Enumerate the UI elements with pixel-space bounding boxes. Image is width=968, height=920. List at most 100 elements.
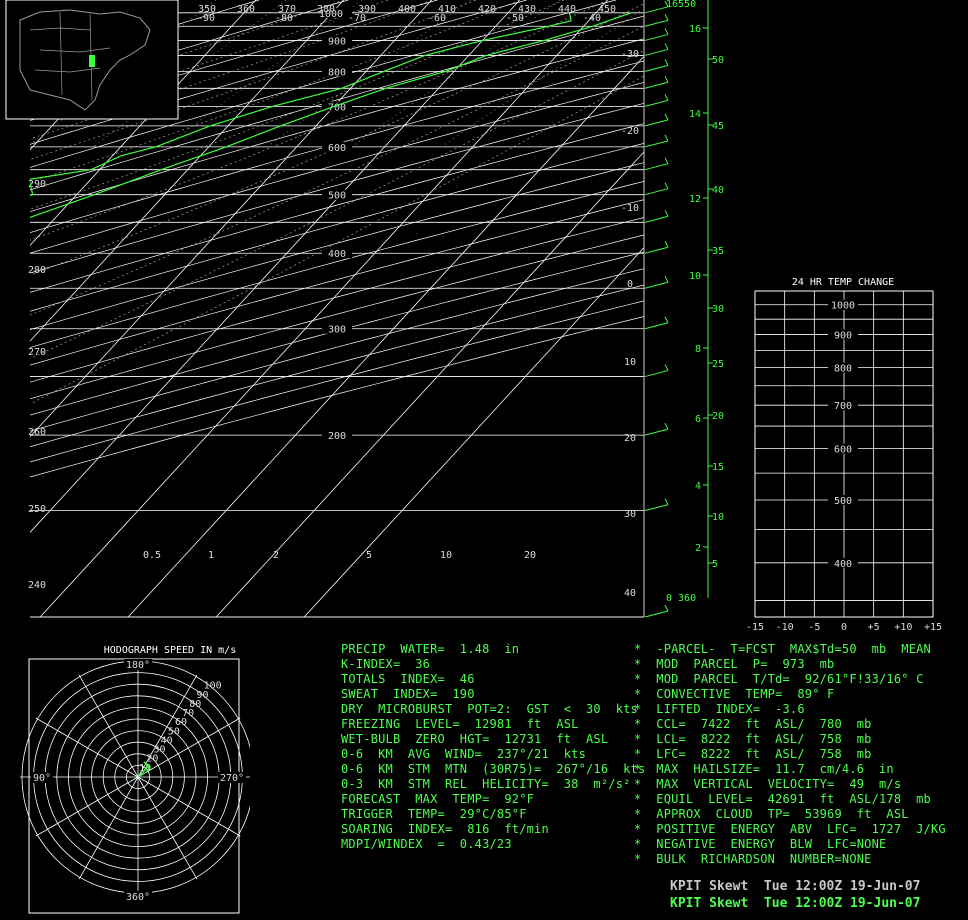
hodo-ring-label: 100 (204, 681, 222, 692)
wind-barb-shaft (644, 504, 669, 512)
isotherm-side-label: 30 (624, 509, 636, 520)
hodo-spoke (35, 717, 139, 778)
theta-label: 440 (558, 4, 576, 15)
tc-pressure-label: 800 (834, 364, 852, 375)
wind-barb (644, 157, 669, 171)
tc-pressure-label: 500 (834, 496, 852, 507)
km-label: 8 (695, 344, 701, 355)
wind-barb-flag (664, 422, 669, 430)
wind-barb-flag (664, 43, 669, 50)
hodo-direction-label: 360° (126, 892, 150, 903)
km-label: 14 (689, 109, 701, 120)
temp-change-title: 24 HR TEMP CHANGE (792, 277, 894, 288)
hodo-spoke (137, 776, 241, 837)
pressure-label: 400 (328, 249, 346, 260)
tc-pressure-label: 900 (834, 330, 852, 341)
wind-barb (644, 276, 669, 289)
wind-barb-shaft (644, 163, 669, 171)
wind-barbs (644, 0, 669, 618)
index-line: SOARING INDEX= 816 ft/min (341, 822, 549, 836)
hodo-spoke (78, 674, 139, 778)
index-line: MDPI/WINDEX = 0.43/23 (341, 837, 512, 851)
index-line: PRECIP WATER= 1.48 in (341, 642, 520, 656)
wind-barb-flag (664, 76, 669, 83)
left-theta-label: 240 (28, 580, 46, 591)
index-line: * NEGATIVE ENERGY BLW LFC=NONE (634, 837, 887, 851)
index-line: * LFC= 8222 ft ASL/ 758 mb (634, 747, 872, 761)
wind-barb (644, 364, 669, 378)
wind-barb-shaft (644, 322, 669, 330)
wind-barb (644, 422, 669, 436)
isotherm-side-label: 10 (624, 357, 636, 368)
index-line: K-INDEX= 36 (341, 657, 431, 671)
wind-barb (644, 113, 669, 127)
left-theta-label: 260 (28, 427, 46, 438)
tc-pressure-label: 400 (834, 559, 852, 570)
isotherm-line (215, 151, 644, 617)
theta-label: 430 (518, 4, 536, 15)
index-line: * MAX HAILSIZE= 11.7 cm/4.6 in (634, 762, 894, 776)
isotherm-side-label: 0 (627, 279, 633, 290)
wind-barb-flag (664, 276, 669, 283)
pressure-label: 600 (328, 143, 346, 154)
tc-x-tick: -15 (746, 622, 764, 633)
wind-barb-flag (664, 210, 669, 217)
hodo-spoke (78, 776, 139, 880)
index-line: SWEAT INDEX= 190 (341, 687, 475, 701)
station-footer-line-2: KPIT Skewt Tue 12:00Z 19-Jun-07 (670, 896, 921, 911)
wind-barb-flag (664, 113, 669, 121)
kft-label: 15 (712, 462, 724, 473)
wind-barb (644, 28, 669, 41)
wind-barb-flag (664, 134, 669, 142)
mixing-ratio-line (351, 0, 561, 148)
index-line: TOTALS INDEX= 46 (341, 672, 475, 686)
tc-x-tick: +15 (924, 622, 942, 633)
index-line: * POSITIVE ENERGY ABV LFC= 1727 J/KG (634, 822, 946, 836)
wind-barb-shaft (644, 370, 669, 378)
wind-barb (644, 210, 669, 223)
index-line: * MAX VERTICAL VELOCITY= 49 m/s (634, 777, 902, 791)
index-line: * MOD PARCEL P= 973 mb (634, 657, 835, 671)
theta-label: 360 (237, 4, 255, 15)
isotherm-side-label: -10 (621, 203, 639, 214)
wind-barb (644, 94, 669, 107)
pressure-label: 200 (328, 431, 346, 442)
mixing-ratio-line (441, 8, 644, 148)
kft-label: 20 (712, 411, 724, 422)
index-line: FORECAST MAX TEMP= 92°F (341, 792, 535, 806)
wind-barb-shaft (644, 246, 669, 254)
isotherm-side-label: 40 (624, 588, 636, 599)
theta-label: 370 (278, 4, 296, 15)
mixing-ratio-label: 2 (273, 550, 279, 561)
station-footer-line-1: KPIT Skewt Tue 12:00Z 19-Jun-07 (670, 879, 921, 894)
wind-barb-flag (664, 157, 669, 164)
pressure-label: 800 (328, 67, 346, 78)
kft-label: 5 (712, 559, 718, 570)
index-line: * BULK RICHARDSON NUMBER=NONE (634, 852, 872, 866)
isotherm-line (127, 55, 644, 617)
kft-label: 40 (712, 185, 724, 196)
km-label: 4 (695, 481, 701, 492)
wind-barb-shaft (644, 99, 669, 107)
hodo-direction-label: 180° (126, 660, 150, 671)
wind-barb (644, 182, 669, 196)
theta-label: 420 (478, 4, 496, 15)
wind-barb-shaft (644, 19, 669, 27)
mixing-ratio-label: 20 (524, 550, 536, 561)
location-map-inset (5, 0, 179, 120)
isotherm-side-label: -30 (621, 49, 639, 60)
tc-pressure-label: 600 (834, 445, 852, 456)
km-label: 0 360 (666, 593, 696, 604)
theta-label: 400 (398, 4, 416, 15)
km-label: 12 (689, 194, 701, 205)
wind-barb-flag (664, 498, 669, 505)
temp-change-chart: 24 HR TEMP CHANGE -15 -10 -5 0 +5 +10 +15 400 50… (746, 277, 942, 633)
tc-pressure-label: 1000 (831, 301, 855, 312)
index-line: * EQUIL LEVEL= 42691 ft ASL/178 mb (634, 792, 931, 806)
wind-barb-flag (664, 241, 669, 248)
height-axis: 16550 16 14 12 10 8 6 4 2 0 360 50 45 40 35 30 25 20 15 10… (666, 0, 724, 604)
left-theta-label: 280 (28, 265, 46, 276)
kft-label: 50 (712, 55, 724, 66)
wind-barb (644, 316, 669, 330)
kft-label: 35 (712, 246, 724, 257)
